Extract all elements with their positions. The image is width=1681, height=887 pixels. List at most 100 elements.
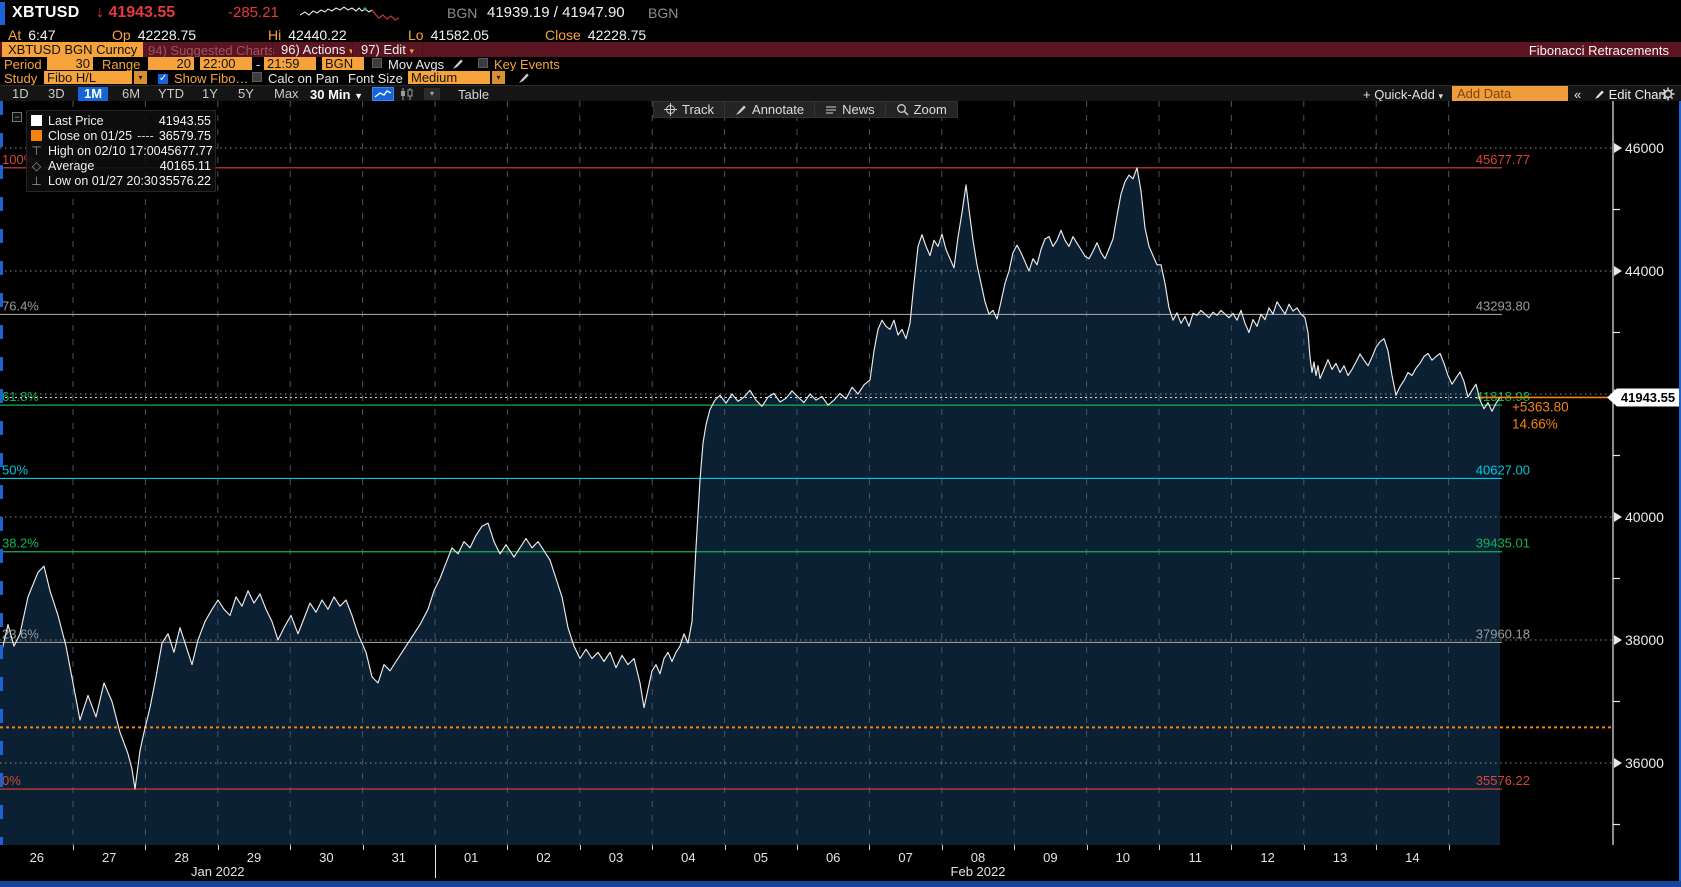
time-from-input[interactable]: 22:00	[200, 57, 252, 70]
low-marker-icon: ⊥	[31, 174, 42, 189]
price-chart[interactable]: 100% 45677.7776.4% 43293.8061.8% 41818.9850…	[0, 101, 1681, 845]
day-tick	[797, 845, 798, 850]
day-tick	[941, 845, 943, 850]
key-events-checkbox[interactable]	[478, 58, 488, 68]
window-bottom-border	[0, 881, 1681, 887]
tab-5y[interactable]: 5Y	[232, 87, 260, 101]
range-input[interactable]: 20	[148, 57, 194, 70]
stat-at: At 6:47	[8, 27, 56, 43]
fib-value-label: 40627.00	[1476, 462, 1530, 477]
legend-collapse-box[interactable]: −	[12, 112, 22, 122]
zoom-button[interactable]: Zoom	[886, 102, 957, 117]
edit-menu[interactable]: 97) Edit ▾	[352, 42, 423, 57]
tick-arrow-icon	[1614, 758, 1622, 768]
security-field[interactable]: XBTUSD BGN Curncy	[2, 42, 144, 57]
news-button[interactable]: News	[815, 102, 886, 117]
day-tick	[290, 845, 292, 850]
day-tick	[145, 845, 147, 850]
tab-3d[interactable]: 3D	[42, 87, 71, 101]
fib-pct-label: 76.4%	[2, 298, 39, 313]
fib-value-label: 45677.77	[1476, 152, 1530, 167]
study-dropdown-caret[interactable]: ▾	[134, 71, 147, 84]
fib-pct-label: 50%	[2, 462, 28, 477]
date-label: 27	[101, 850, 117, 865]
date-label: 13	[1332, 850, 1348, 865]
quote-source: BGN	[447, 5, 478, 21]
range-label: Range	[102, 57, 141, 72]
quote-header: XBTUSD ↓ 41943.55 -285.21 BGN 41939.19 /…	[0, 0, 1681, 27]
quick-add-button[interactable]: + Quick-Add ▾	[1363, 87, 1443, 102]
period-label: Period	[4, 57, 42, 72]
day-tick	[73, 845, 74, 850]
calc-on-pan-checkbox[interactable]	[252, 72, 262, 82]
day-tick	[1448, 845, 1450, 850]
add-data-input[interactable]: Add Data	[1452, 86, 1568, 102]
command-bar: XBTUSD BGN Curncy 94) Suggested Charts 9…	[0, 42, 1681, 58]
chart-type-dropdown[interactable]: ▾	[424, 88, 440, 100]
chart-plot-area[interactable]: 100% 45677.77 76.4% 43293.80 61.8% 41818.98 50…	[0, 101, 1681, 845]
legend-last-price[interactable]: Last Price 41943.55	[31, 113, 211, 128]
fib-stat-annotation: 14.66%	[1512, 416, 1558, 431]
fib-stat-annotation: +5363.80	[1512, 399, 1569, 414]
tab-6m[interactable]: 6M	[116, 87, 146, 101]
high-marker-icon: ⊤	[31, 143, 42, 158]
day-tick	[1376, 845, 1378, 850]
mov-avgs-checkbox[interactable]	[372, 58, 382, 68]
day-tick	[1303, 845, 1305, 850]
tab-ytd[interactable]: YTD	[152, 87, 190, 101]
study-select[interactable]: Fibo H/L	[44, 71, 132, 84]
fib-value-label: 37960.18	[1476, 626, 1530, 641]
candlestick-chart-icon[interactable]	[398, 87, 420, 101]
fib-pct-label: 61.8%	[2, 389, 39, 404]
y-axis-label: 46000	[1625, 140, 1664, 156]
average-marker-icon: ◇	[31, 159, 42, 174]
interval-select[interactable]: 30 Min ▼	[310, 87, 363, 102]
track-button[interactable]: Track	[654, 102, 726, 117]
date-label: 14	[1405, 850, 1420, 865]
tab-1d[interactable]: 1D	[6, 87, 35, 101]
time-to-input[interactable]: 21:59	[264, 57, 316, 70]
actions-menu[interactable]: 96) Actions ▾	[272, 42, 363, 57]
price-source-select[interactable]: BGN	[322, 57, 364, 70]
show-fibo-checkbox[interactable]	[158, 72, 168, 85]
panel-marker	[0, 2, 5, 25]
bloomberg-terminal-window: XBTUSD ↓ 41943.55 -285.21 BGN 41939.19 /…	[0, 0, 1681, 887]
font-size-label: Font Size	[348, 71, 403, 86]
annotate-button[interactable]: Annotate	[725, 102, 816, 117]
legend-high[interactable]: ⊤ High on 02/10 17:00 45677.77	[31, 143, 212, 158]
date-label: 31	[391, 850, 407, 865]
date-label: 08	[970, 850, 986, 865]
collapse-chevrons[interactable]: «	[1574, 87, 1581, 102]
tab-1y[interactable]: 1Y	[196, 87, 224, 101]
dash-style-sample: ----	[137, 128, 154, 143]
date-label: 04	[681, 850, 696, 865]
key-events-label: Key Events	[494, 57, 560, 72]
font-size-select[interactable]: Medium	[408, 71, 490, 84]
study-label: Study	[4, 71, 38, 86]
chart-legend: Last Price 41943.55 Close on 01/25 ---- …	[26, 110, 216, 192]
crosshair-icon	[664, 103, 677, 116]
period-input[interactable]: 30	[47, 57, 93, 70]
font-size-dropdown-caret[interactable]: ▾	[492, 71, 505, 84]
stat-close: Close 42228.75	[545, 27, 647, 43]
table-view-button[interactable]: Table	[458, 87, 489, 102]
line-chart-icon[interactable]	[372, 87, 394, 101]
legend-low[interactable]: ⊥ Low on 01/27 20:30 35576.22	[31, 174, 211, 189]
y-axis-label: 40000	[1625, 509, 1664, 525]
tab-1m-selected[interactable]: 1M	[78, 87, 109, 101]
date-label: 28	[174, 850, 189, 865]
pencil-icon[interactable]	[452, 58, 464, 70]
gear-icon[interactable]	[1661, 87, 1675, 101]
date-label: 09	[1043, 850, 1058, 865]
chart-toolbar: Track Annotate News Zoom	[653, 101, 958, 118]
pencil-icon[interactable]	[518, 72, 530, 84]
edit-chart-button[interactable]: Edit Chart	[1594, 87, 1666, 102]
tab-max[interactable]: Max	[268, 87, 305, 101]
intraday-sparkline	[300, 6, 400, 21]
date-label: 12	[1260, 850, 1275, 865]
date-label: 11	[1188, 850, 1202, 865]
fib-pct-label: 0%	[2, 773, 21, 788]
legend-average[interactable]: ◇ Average 40165.11	[31, 159, 211, 174]
day-tick	[869, 845, 871, 850]
legend-close-line[interactable]: Close on 01/25 ---- 36579.75	[31, 128, 211, 143]
